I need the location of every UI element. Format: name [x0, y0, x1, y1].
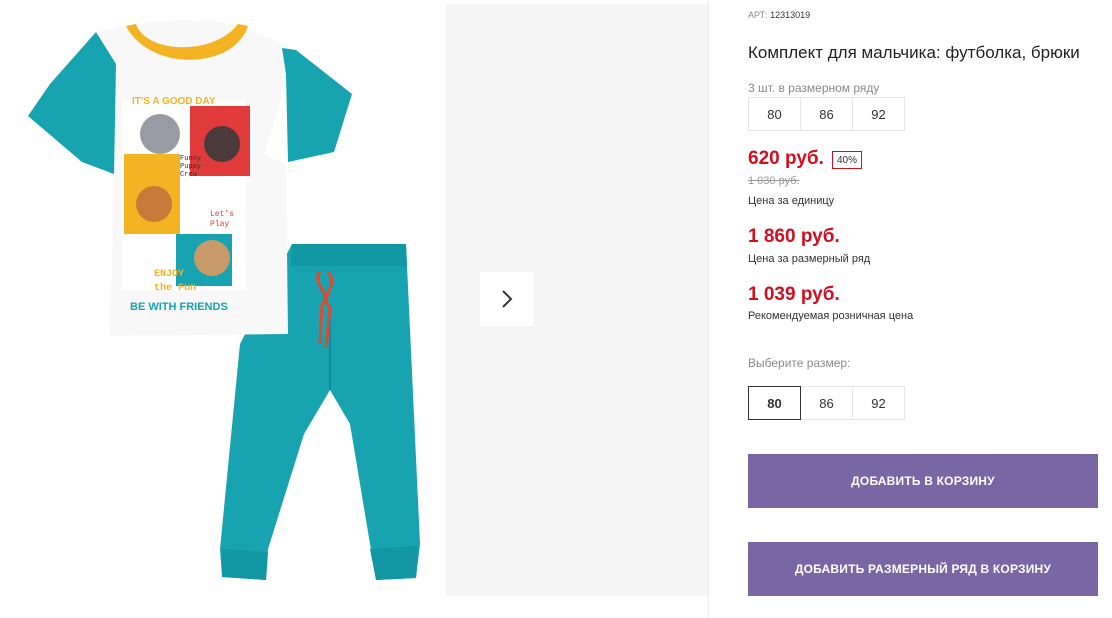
print-crew: Crew [180, 171, 198, 179]
print-line1: IT'S A GOOD DAY [132, 96, 216, 107]
unit-price: 620 руб. [748, 148, 824, 169]
pack-label: 3 шт. в размерном ряду [748, 81, 880, 95]
next-photo-button[interactable] [480, 272, 534, 326]
retail-price: 1 039 руб. [748, 284, 840, 305]
size-option-80[interactable]: 80 [748, 386, 801, 420]
pack-price: 1 860 руб. [748, 226, 840, 247]
outfit-illustration: IT'S A GOOD DAY Funny Puppy Crew Let's P… [28, 20, 420, 580]
product-photo[interactable]: IT'S A GOOD DAY Funny Puppy Crew Let's P… [4, 4, 440, 596]
size-option-92[interactable]: 92 [852, 386, 905, 420]
size-option-86[interactable]: 86 [800, 386, 853, 420]
unit-price-note: Цена за единицу [748, 195, 835, 207]
print-play: Play [210, 220, 229, 229]
product-gallery: IT'S A GOOD DAY Funny Puppy Crew Let's P… [0, 0, 708, 600]
product-details: АРТ: 12313019 Комплект для мальчика: фут… [748, 0, 1112, 618]
add-to-cart-button[interactable]: ДОБАВИТЬ В КОРЗИНУ [748, 454, 1098, 508]
old-price: 1 030 руб. [748, 175, 800, 187]
pack-size-92: 92 [852, 97, 905, 131]
print-lets: Let's [210, 210, 234, 219]
retail-price-note: Рекомендуемая розничная цена [748, 310, 914, 322]
pack-size-80: 80 [748, 97, 801, 131]
column-divider [708, 0, 709, 618]
sku-label: АРТ: [748, 10, 768, 20]
pack-size-86: 86 [800, 97, 853, 131]
size-selector: 80 86 92 [748, 386, 905, 420]
sku: АРТ: 12313019 [748, 10, 810, 20]
print-the-fun: the Fun [154, 282, 196, 294]
pack-size-row: 80 86 92 [748, 97, 905, 131]
choose-size-label: Выберите размер: [748, 356, 851, 370]
pack-price-note: Цена за размерный ряд [748, 253, 871, 265]
add-pack-to-cart-button[interactable]: ДОБАВИТЬ РАЗМЕРНЫЙ РЯД В КОРЗИНУ [748, 542, 1098, 596]
chevron-right-icon [502, 290, 513, 308]
sku-value: 12313019 [770, 10, 811, 20]
discount-badge: 40% [832, 151, 863, 169]
print-funny: Funny [180, 155, 201, 163]
print-puppy: Puppy [180, 163, 201, 171]
product-title: Комплект для мальчика: футболка, брюки [748, 43, 1080, 62]
print-enjoy: ENJOY [154, 269, 184, 280]
print-friends: BE WITH FRIENDS [130, 301, 228, 313]
